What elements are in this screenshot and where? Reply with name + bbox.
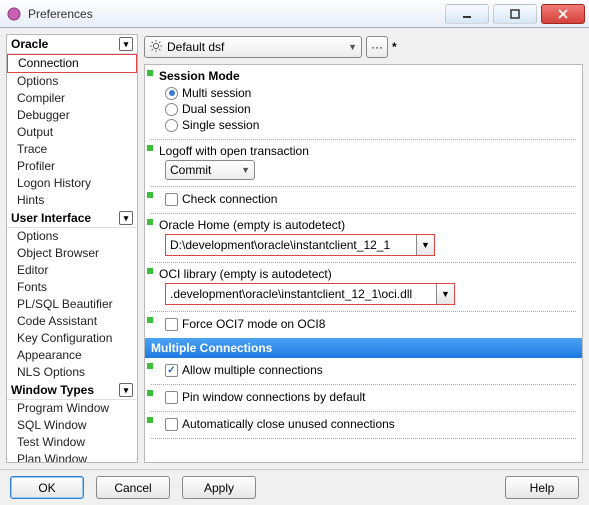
help-button[interactable]: Help — [505, 476, 579, 499]
collapse-icon[interactable]: ▾ — [119, 383, 133, 397]
gear-icon — [149, 39, 163, 56]
tree-item[interactable]: Object Browser — [7, 245, 137, 262]
apply-button[interactable]: Apply — [182, 476, 256, 499]
checkbox-label: Allow multiple connections — [182, 363, 323, 377]
oci-library-label: OCI library (empty is autodetect) — [159, 267, 576, 281]
tree-item[interactable]: Profiler — [7, 158, 137, 175]
chevron-down-icon: ▼ — [241, 165, 250, 175]
input-value: D:\development\oracle\instantclient_12_1 — [170, 238, 390, 252]
tree-item[interactable]: PL/SQL Beautifier — [7, 296, 137, 313]
category-ui[interactable]: User Interface ▾ — [7, 209, 137, 228]
category-window-types[interactable]: Window Types ▾ — [7, 381, 137, 400]
radio-dual-session[interactable] — [165, 103, 178, 116]
multiple-connections-header: Multiple Connections — [145, 338, 582, 358]
autoclose-checkbox[interactable] — [165, 418, 178, 431]
tree-item[interactable]: Editor — [7, 262, 137, 279]
tree-item[interactable]: Trace — [7, 141, 137, 158]
app-icon — [6, 6, 22, 22]
tree-item[interactable]: SQL Window — [7, 417, 137, 434]
collapse-icon[interactable]: ▾ — [119, 211, 133, 225]
close-button[interactable] — [541, 4, 585, 24]
profile-toolbar: Default dsf ▼ ··· * — [144, 34, 583, 60]
change-marker — [147, 192, 153, 198]
oci-library-input[interactable]: .development\oracle\instantclient_12_1\o… — [166, 284, 436, 304]
change-marker — [147, 70, 153, 76]
radio-label: Dual session — [182, 102, 251, 116]
tree-item[interactable]: Logon History — [7, 175, 137, 192]
session-mode-label: Session Mode — [159, 69, 576, 83]
tree-item[interactable]: Key Configuration — [7, 330, 137, 347]
chevron-down-icon: ▼ — [348, 42, 357, 52]
category-label: Window Types — [11, 383, 94, 397]
change-marker — [147, 363, 153, 369]
radio-label: Single session — [182, 118, 259, 132]
maximize-button[interactable] — [493, 4, 537, 24]
profile-select[interactable]: Default dsf ▼ — [144, 36, 362, 58]
window-title: Preferences — [28, 7, 445, 21]
change-marker — [147, 417, 153, 423]
change-marker — [147, 268, 153, 274]
tree-item[interactable]: NLS Options — [7, 364, 137, 381]
tree-item[interactable]: Code Assistant — [7, 313, 137, 330]
cancel-button[interactable]: Cancel — [96, 476, 170, 499]
tree-item[interactable]: Fonts — [7, 279, 137, 296]
checkbox-label: Force OCI7 mode on OCI8 — [182, 317, 325, 331]
tree-item-connection[interactable]: Connection — [7, 54, 137, 73]
select-value: Commit — [170, 163, 211, 177]
settings-panel: Session Mode Multi session Dual session … — [144, 64, 583, 463]
checkbox-label: Check connection — [182, 192, 277, 206]
change-marker — [147, 145, 153, 151]
tree-item[interactable]: Compiler — [7, 90, 137, 107]
change-marker — [147, 390, 153, 396]
category-oracle[interactable]: Oracle ▾ — [7, 35, 137, 54]
category-label: Oracle — [11, 37, 48, 51]
tree-item[interactable]: Appearance — [7, 347, 137, 364]
force-oci7-checkbox[interactable] — [165, 318, 178, 331]
tree-item[interactable]: Options — [7, 73, 137, 90]
logoff-label: Logoff with open transaction — [159, 144, 576, 158]
tree-item[interactable]: Program Window — [7, 400, 137, 417]
profile-name: Default dsf — [167, 40, 224, 54]
radio-label: Multi session — [182, 86, 251, 100]
oracle-home-dropdown[interactable]: ▼ — [416, 235, 434, 255]
tree-item[interactable]: Options — [7, 228, 137, 245]
oci-library-dropdown[interactable]: ▼ — [436, 284, 454, 304]
dialog-footer: OK Cancel Apply Help — [0, 469, 589, 505]
tree-item[interactable]: Plan Window — [7, 451, 137, 463]
radio-single-session[interactable] — [165, 119, 178, 132]
checkbox-label: Pin window connections by default — [182, 390, 365, 404]
titlebar: Preferences — [0, 0, 589, 28]
oracle-home-label: Oracle Home (empty is autodetect) — [159, 218, 576, 232]
dirty-indicator: * — [392, 40, 397, 54]
radio-multi-session[interactable] — [165, 87, 178, 100]
pin-window-checkbox[interactable] — [165, 391, 178, 404]
oracle-home-input[interactable]: D:\development\oracle\instantclient_12_1 — [166, 235, 416, 255]
change-marker — [147, 219, 153, 225]
logoff-action-select[interactable]: Commit ▼ — [165, 160, 255, 180]
minimize-button[interactable] — [445, 4, 489, 24]
check-connection-checkbox[interactable] — [165, 193, 178, 206]
checkbox-label: Automatically close unused connections — [182, 417, 395, 431]
tree-item[interactable]: Hints — [7, 192, 137, 209]
ok-button[interactable]: OK — [10, 476, 84, 499]
collapse-icon[interactable]: ▾ — [119, 37, 133, 51]
tree-item[interactable]: Test Window — [7, 434, 137, 451]
profile-browse-button[interactable]: ··· — [366, 36, 388, 58]
change-marker — [147, 317, 153, 323]
category-tree: Oracle ▾ Connection Options Compiler Debu… — [6, 34, 138, 463]
category-label: User Interface — [11, 211, 91, 225]
allow-multiple-connections-checkbox[interactable] — [165, 364, 178, 377]
input-value: .development\oracle\instantclient_12_1\o… — [170, 287, 412, 301]
tree-item[interactable]: Output — [7, 124, 137, 141]
tree-item[interactable]: Debugger — [7, 107, 137, 124]
